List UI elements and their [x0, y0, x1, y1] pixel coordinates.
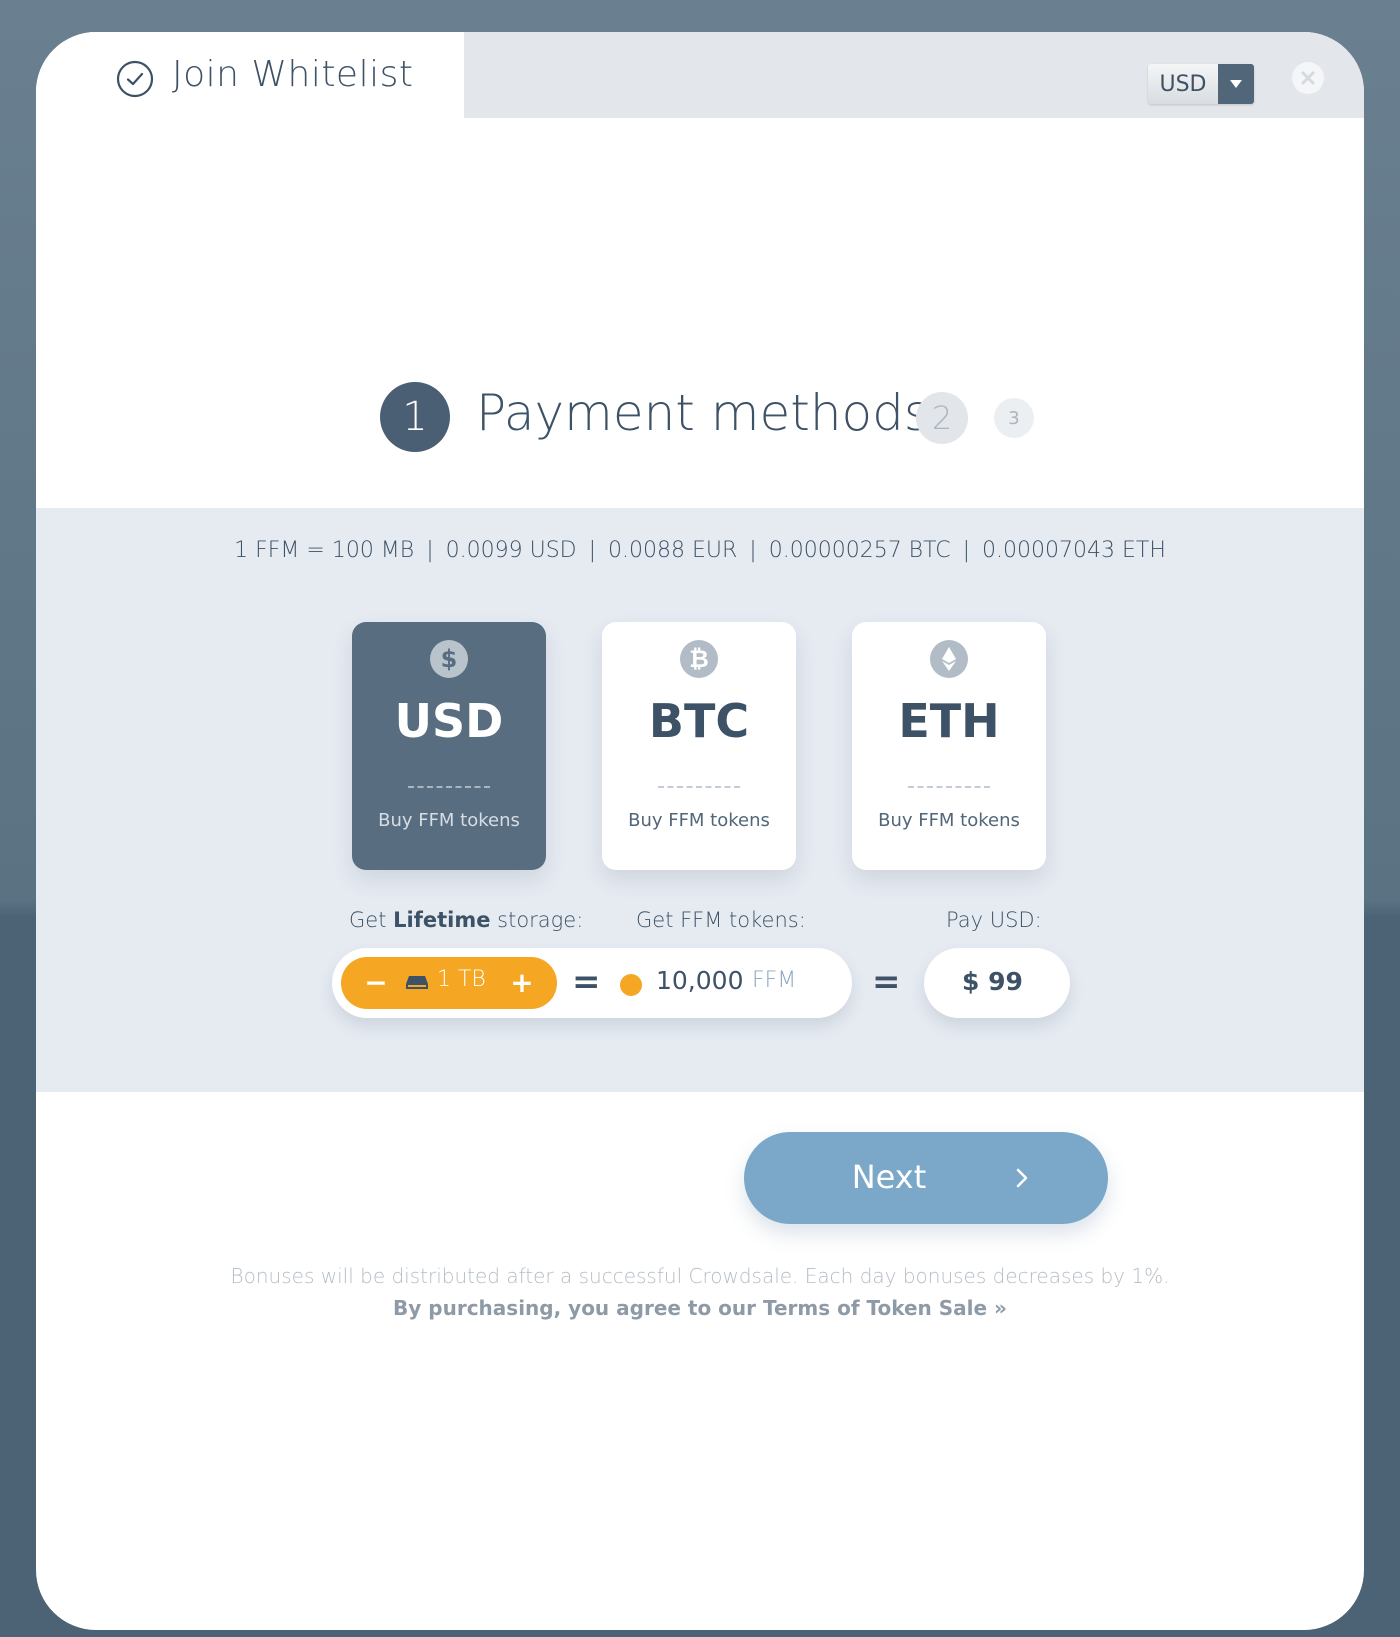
payment-card-code: ETH: [898, 694, 1000, 748]
modal-header: Join Whitelist USD: [36, 32, 1364, 118]
equals-sign: =: [572, 962, 601, 1002]
chevron-down-icon[interactable]: [1218, 64, 1254, 104]
rate-separator: |: [962, 538, 971, 563]
currency-select-value: USD: [1159, 71, 1207, 97]
tokens-label: Get FFM tokens:: [636, 908, 806, 932]
calculator-labels: Get Lifetime storage: Get FFM tokens: Pa…: [36, 908, 1364, 938]
ethereum-coin-icon: [930, 640, 968, 678]
pay-amount-value: $ 99: [962, 967, 1023, 996]
storage-label-bold: Lifetime: [393, 908, 491, 932]
equals-sign: =: [872, 962, 901, 1002]
payment-card-subtitle: Buy FFM tokens: [628, 810, 770, 831]
terms-link[interactable]: By purchasing, you agree to our Terms of…: [36, 1296, 1364, 1320]
close-icon: [1301, 71, 1315, 85]
payment-card-code: BTC: [648, 694, 750, 748]
currency-select[interactable]: USD: [1148, 64, 1254, 104]
rate-separator: |: [426, 538, 434, 563]
payment-method-cards: $ USD Buy FFM tokens ₿ BTC Buy FFM token…: [36, 622, 1364, 870]
rate-eur: 0.0088 EUR: [608, 538, 738, 563]
increase-storage-button[interactable]: +: [507, 965, 537, 1001]
step-1-badge: 1: [380, 382, 450, 452]
rate-usd: 0.0099 USD: [445, 538, 577, 563]
decrease-storage-button[interactable]: −: [361, 965, 391, 1001]
storage-token-calculator: − 1 TB + = 10,000 FFM: [332, 948, 852, 1018]
next-button-label: Next: [851, 1158, 927, 1196]
token-amount-field[interactable]: 10,000: [656, 966, 743, 995]
dashed-divider: [408, 786, 490, 788]
whitelist-modal: Join Whitelist USD 1 Payment methods 2 3…: [36, 32, 1364, 1630]
storage-label: Get Lifetime storage:: [349, 908, 583, 932]
step-2-badge: 2: [916, 392, 968, 444]
bonus-note: Bonuses will be distributed after a succ…: [230, 1264, 1170, 1288]
payment-section: 1 FFM = 100 MB | 0.0099 USD | 0.0088 EUR | 0.0…: [36, 508, 1364, 1092]
modal-title: Join Whitelist: [172, 54, 414, 95]
check-circle-icon: [116, 60, 154, 98]
dollar-coin-icon: $: [430, 640, 468, 678]
rate-btc: 0.00000257 BTC: [768, 538, 951, 563]
close-button[interactable]: [1292, 62, 1324, 94]
payment-card-subtitle: Buy FFM tokens: [878, 810, 1020, 831]
dashed-divider: [658, 786, 740, 788]
chevron-right-icon: [1016, 1168, 1028, 1188]
pay-amount-field[interactable]: $ 99: [924, 948, 1070, 1018]
next-button[interactable]: Next: [744, 1132, 1108, 1224]
hard-drive-icon: [406, 976, 428, 989]
payment-card-code: USD: [394, 694, 504, 748]
dashed-divider: [908, 786, 990, 788]
exchange-rates: 1 FFM = 100 MB | 0.0099 USD | 0.0088 EUR | 0.0…: [36, 538, 1364, 563]
rate-separator: |: [588, 538, 597, 563]
ffm-token-icon: [620, 974, 642, 996]
payment-card-subtitle: Buy FFM tokens: [378, 810, 520, 831]
storage-value: 1 TB: [437, 967, 486, 992]
step-3-badge: 3: [994, 398, 1034, 438]
payment-card-eth[interactable]: ETH Buy FFM tokens: [852, 622, 1046, 870]
storage-label-suffix: storage:: [497, 908, 584, 932]
step-title: Payment methods: [476, 384, 930, 442]
footer-notes: Bonuses will be distributed after a succ…: [36, 1264, 1364, 1320]
tab-join-whitelist[interactable]: Join Whitelist: [36, 32, 464, 118]
bitcoin-coin-icon: ₿: [680, 640, 718, 678]
rate-separator: |: [749, 538, 757, 563]
payment-card-usd[interactable]: $ USD Buy FFM tokens: [352, 622, 546, 870]
rate-eth: 0.00007043 ETH: [982, 538, 1166, 563]
pay-label: Pay USD:: [946, 908, 1042, 932]
payment-card-btc[interactable]: ₿ BTC Buy FFM tokens: [602, 622, 796, 870]
storage-label-prefix: Get: [349, 908, 387, 932]
step-indicator: 1 Payment methods 2 3: [36, 382, 1364, 452]
storage-stepper: − 1 TB +: [341, 957, 557, 1009]
token-unit: FFM: [752, 968, 797, 993]
rate-ffm-mb: 1 FFM = 100 MB: [234, 538, 415, 563]
